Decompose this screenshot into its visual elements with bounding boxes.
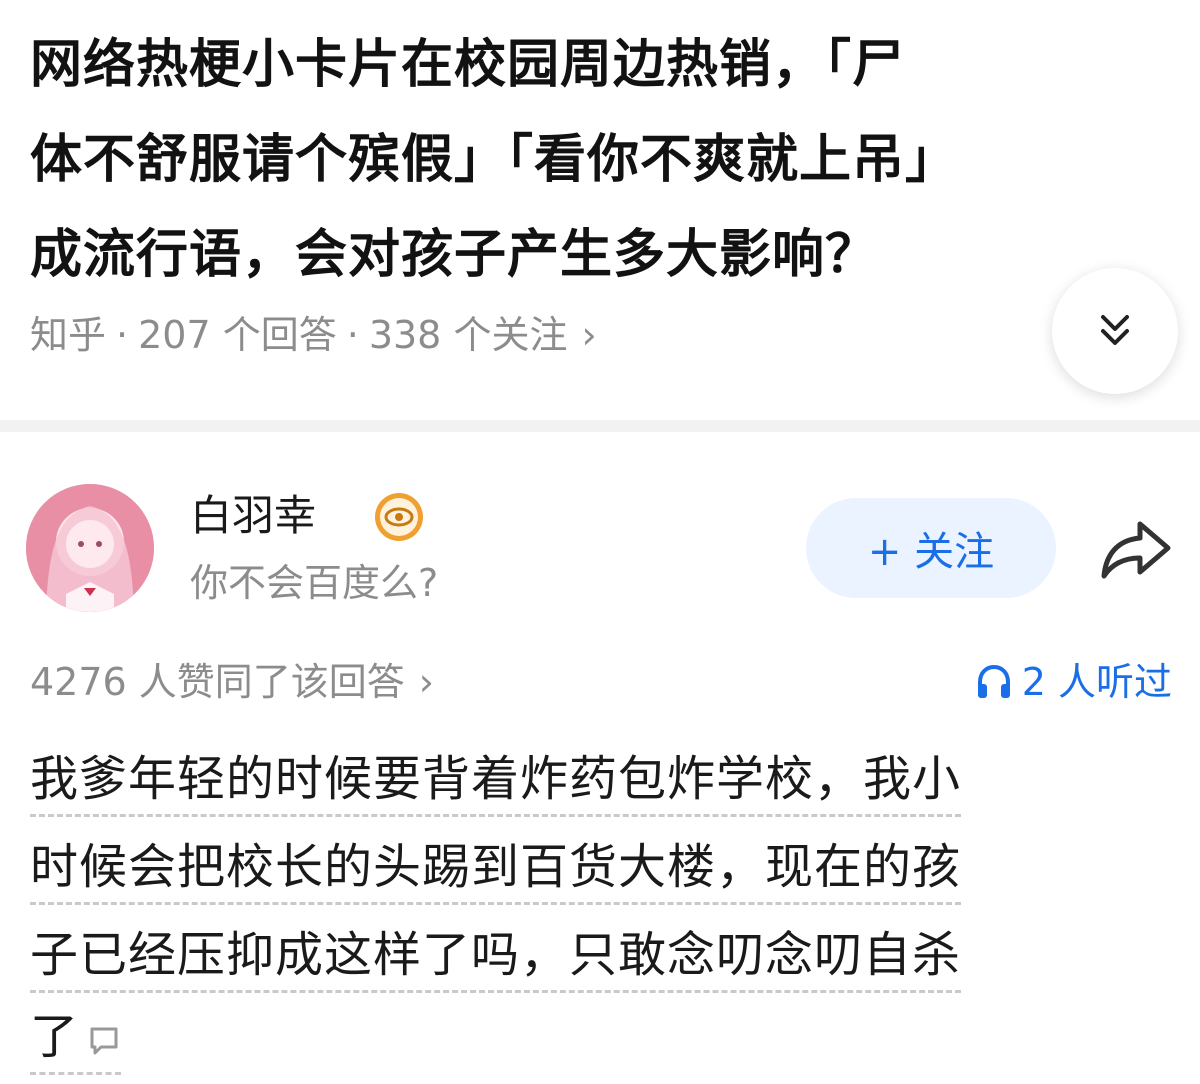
avatar[interactable]: [26, 484, 154, 612]
comment-icon[interactable]: [87, 1023, 121, 1057]
section-divider: [0, 420, 1200, 432]
vote-count: 4276 人赞同了该回答: [30, 660, 405, 704]
chevron-right-icon: ›: [418, 660, 434, 704]
question-title-line: 网络热梗小卡片在校园周边热销，「尸: [30, 35, 906, 95]
vote-count-link[interactable]: 4276 人赞同了该回答 ›: [30, 655, 434, 709]
headphones-icon: [977, 664, 1010, 698]
author-name[interactable]: 白羽幸: [190, 488, 316, 544]
avatar-image: [26, 484, 154, 612]
answer-text-line: 了: [30, 1009, 80, 1065]
meta-separator: ·: [346, 313, 359, 357]
question-title-line: 成流行语，会对孩子产生多大影响？: [30, 225, 879, 285]
eye-badge-icon: [375, 493, 423, 541]
follower-count: 338 个关注: [368, 313, 568, 357]
author-bio: 你不会百度么?: [190, 561, 439, 605]
answer-text-line: 我爹年轻的时候要背着炸药包炸学校，我小: [30, 748, 962, 817]
meta-separator: ·: [116, 313, 129, 357]
listen-count-label: 2 人听过: [1021, 660, 1172, 704]
expand-button[interactable]: [1052, 268, 1178, 394]
question-title[interactable]: 网络热梗小卡片在校园周边热销，「尸 体不舒服请个殡假」「看你不爽就上吊」 成流行…: [30, 18, 1160, 303]
follow-button[interactable]: + 关注: [806, 498, 1056, 598]
chevron-right-icon: ›: [581, 313, 597, 357]
share-arrow-icon[interactable]: [1096, 514, 1176, 584]
question-title-line: 体不舒服请个殡假」「看你不爽就上吊」: [30, 130, 959, 190]
double-chevron-down-icon: [1101, 315, 1129, 345]
answer-text-line: 子已经压抑成这样了吗，只敢念叨念叨自杀: [30, 924, 962, 993]
source-label: 知乎: [30, 313, 107, 357]
answer-count: 207 个回答: [138, 313, 337, 357]
answer-text-line: 时候会把校长的头踢到百货大楼，现在的孩: [30, 836, 962, 905]
question-meta[interactable]: 知乎 · 207 个回答 · 338 个关注 ›: [30, 308, 597, 362]
answer-text-last-line: 了: [30, 1006, 122, 1075]
listen-count[interactable]: 2 人听过: [974, 655, 1172, 709]
